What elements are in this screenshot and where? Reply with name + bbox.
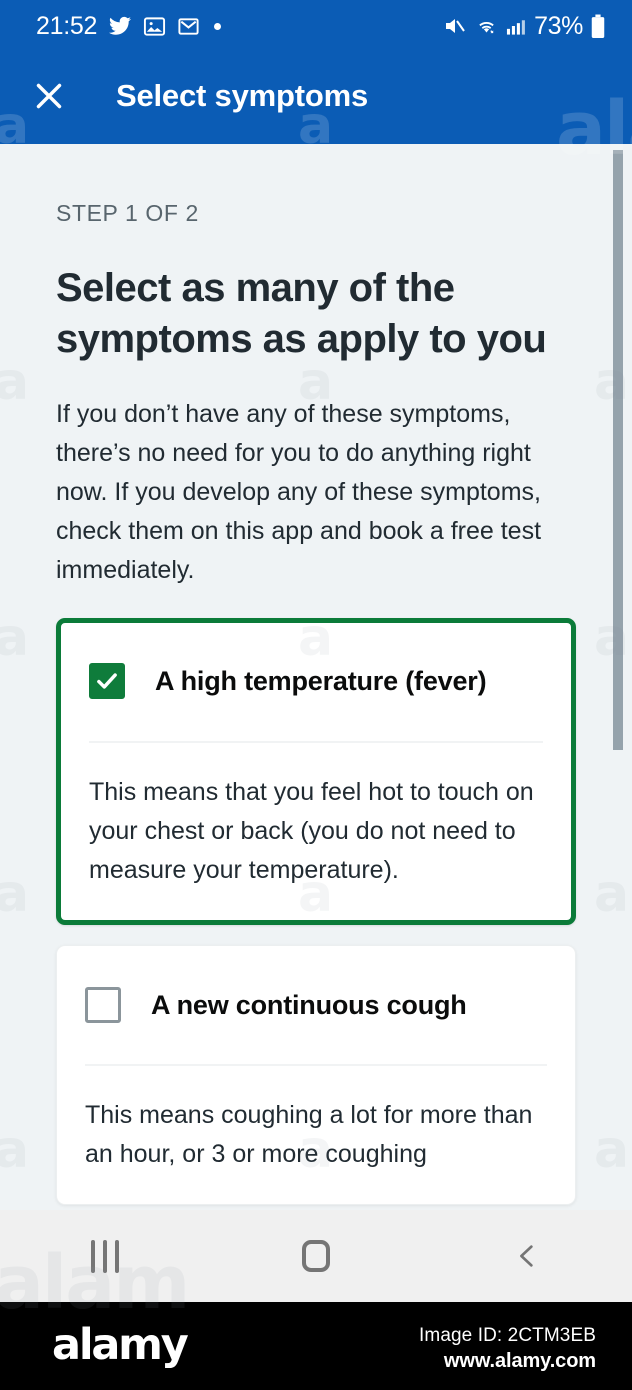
twitter-icon xyxy=(108,14,132,38)
recents-button[interactable] xyxy=(45,1210,165,1302)
symptom-description: This means coughing a lot for more than … xyxy=(85,1101,533,1168)
recents-icon xyxy=(91,1239,120,1273)
mute-icon xyxy=(443,14,467,38)
alamy-footer: alamy Image ID: 2CTM3EB www.alamy.com xyxy=(0,1302,632,1390)
battery-percent: 73% xyxy=(534,11,583,40)
back-button[interactable] xyxy=(467,1210,587,1302)
symptom-card-cough[interactable]: A new continuous cough This means coughi… xyxy=(56,945,576,1205)
battery-icon xyxy=(590,14,606,39)
step-indicator: STEP 1 OF 2 xyxy=(56,200,199,226)
chevron-left-icon xyxy=(519,1245,533,1267)
symptom-card-fever[interactable]: A high temperature (fever) This means th… xyxy=(56,618,576,925)
android-nav-bar xyxy=(0,1210,632,1302)
check-icon xyxy=(97,673,117,689)
content-inner: STEP 1 OF 2 Select as many of the sympto… xyxy=(0,200,632,1205)
alamy-url: www.alamy.com xyxy=(443,1350,596,1372)
photos-icon xyxy=(143,15,166,38)
alamy-logo: alamy xyxy=(52,1320,189,1370)
status-bar-right: 73% xyxy=(443,11,606,40)
scrollbar-thumb[interactable] xyxy=(613,150,623,750)
status-bar-left: 21:52 xyxy=(36,11,222,40)
symptom-header[interactable]: A new continuous cough xyxy=(57,946,575,1064)
symptom-checkbox-cough[interactable] xyxy=(85,987,121,1023)
home-icon xyxy=(301,1240,330,1272)
status-bar: 21:52 73% xyxy=(0,0,632,52)
symptom-header[interactable]: A high temperature (fever) xyxy=(61,623,571,741)
symptom-checkbox-fever[interactable] xyxy=(89,663,125,699)
status-time: 21:52 xyxy=(36,11,98,40)
close-button[interactable] xyxy=(18,66,80,126)
wifi-icon xyxy=(474,14,499,38)
symptom-label: A new continuous cough xyxy=(151,989,467,1020)
symptom-list: A high temperature (fever) This means th… xyxy=(56,618,576,1205)
page-title: Select symptoms xyxy=(116,78,368,113)
app-header: Select symptoms xyxy=(0,52,632,144)
symptom-label: A high temperature (fever) xyxy=(155,665,487,696)
notification-dot-icon xyxy=(214,22,222,30)
home-button[interactable] xyxy=(256,1210,376,1302)
page-heading: Select as many of the symptoms as apply … xyxy=(56,266,547,361)
symptom-description: This means that you feel hot to touch on… xyxy=(89,778,534,884)
close-icon xyxy=(36,83,62,109)
alamy-image-id: Image ID: 2CTM3EB xyxy=(419,1325,596,1346)
gmail-icon xyxy=(177,15,200,38)
phone-screenshot: 21:52 73% Select symptoms STEP 1 OF 2 Se… xyxy=(0,0,632,1390)
alamy-meta: Image ID: 2CTM3EB www.alamy.com xyxy=(419,1324,596,1374)
page-intro-text: If you don’t have any of these symptoms,… xyxy=(56,400,542,584)
main-content: STEP 1 OF 2 Select as many of the sympto… xyxy=(0,144,632,1210)
signal-icon xyxy=(506,15,527,37)
